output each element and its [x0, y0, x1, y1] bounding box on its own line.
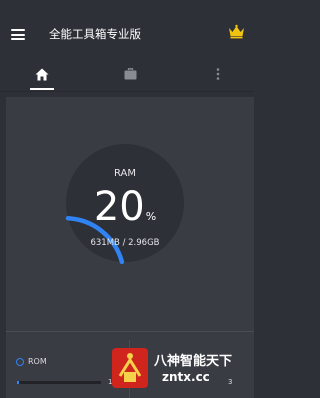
ram-percent: 20% — [60, 184, 190, 230]
watermark-logo — [112, 348, 148, 388]
ram-percent-unit: % — [145, 210, 157, 223]
app-bar: 全能工具箱专业版 — [0, 0, 254, 58]
rom-progress-fill — [17, 381, 19, 384]
section-divider — [6, 331, 254, 332]
rom-legend-dot — [16, 358, 24, 366]
tab-more[interactable] — [188, 58, 248, 90]
more-vert-icon — [216, 68, 220, 80]
watermark-title: 八神智能天下 — [154, 354, 233, 369]
ram-percent-value: 20 — [93, 184, 145, 230]
home-icon — [35, 68, 49, 80]
ram-label: RAM — [113, 168, 136, 179]
menu-icon[interactable] — [11, 29, 25, 40]
rom-label: ROM — [28, 357, 47, 366]
ram-usage: 631MB / 2.96GB — [90, 238, 160, 248]
tab-tools[interactable] — [100, 58, 160, 90]
watermark-url: zntx.cc — [162, 370, 210, 384]
watermark: 八神智能天下 zntx.cc — [110, 346, 252, 390]
crown-icon[interactable] — [228, 24, 245, 39]
tab-home[interactable] — [12, 58, 72, 90]
app-title: 全能工具箱专业版 — [49, 27, 141, 41]
toolbox-icon — [124, 68, 136, 80]
rom-progress-bar — [17, 381, 101, 384]
tab-bar — [0, 58, 254, 90]
tab-indicator — [30, 88, 54, 90]
tab-divider — [0, 91, 254, 92]
